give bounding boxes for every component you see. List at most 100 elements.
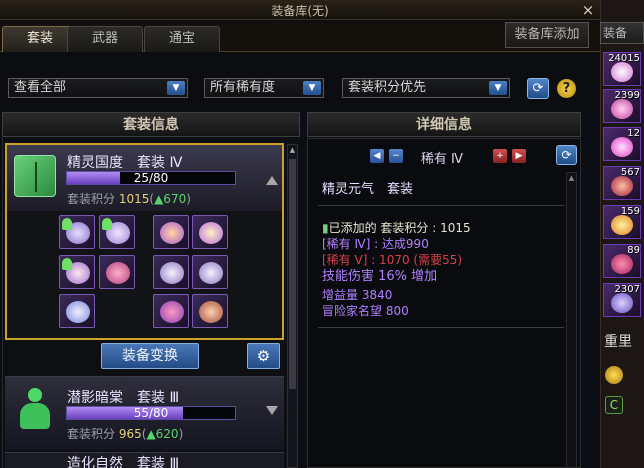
view-filter-dropdown[interactable]: 查看全部 ▼	[8, 78, 188, 98]
chevron-down-icon: ▼	[303, 81, 321, 95]
equip-slot[interactable]	[153, 255, 189, 289]
set-progress-bar: 25/80	[66, 171, 236, 185]
person-icon	[14, 388, 56, 430]
sort-dropdown[interactable]: 套装积分优先 ▼	[342, 78, 510, 98]
slot-count: 24015	[608, 53, 640, 64]
chevron-down-icon: ▼	[167, 81, 185, 95]
person-head	[28, 388, 42, 402]
equip-slot[interactable]	[59, 215, 95, 249]
tab-weapons[interactable]: 武器	[67, 26, 143, 52]
settings-wrench-icon[interactable]: ⚙	[247, 343, 280, 369]
equip-slot[interactable]	[59, 255, 95, 289]
stat-skill-damage: 技能伤害 16% 增加	[322, 269, 438, 284]
inventory-slot[interactable]: 12	[603, 127, 641, 161]
serpent-ring-icon	[160, 301, 184, 323]
equipment-swap-button[interactable]: 装备变换	[101, 343, 199, 369]
refresh-icon[interactable]: ⟳	[556, 145, 577, 165]
points-label: 套装积分	[67, 427, 116, 441]
add-to-storage-button[interactable]: 装备库添加	[505, 22, 589, 48]
gold-coin-icon	[605, 366, 623, 384]
inventory-slot[interactable]: 89	[603, 244, 641, 278]
rarity-filter-dropdown[interactable]: 所有稀有度 ▼	[204, 78, 324, 98]
book-icon	[14, 155, 56, 197]
weight-label: 重里	[604, 334, 632, 350]
added-points-value: 1015	[440, 221, 471, 235]
serpent-ring-icon	[160, 222, 184, 244]
window-title: 装备库(无)	[271, 4, 329, 18]
rarity-plus-icon[interactable]: +	[493, 149, 507, 163]
points-value: 1015	[118, 192, 150, 206]
gem-icon	[611, 99, 633, 119]
equip-slot[interactable]	[59, 294, 95, 328]
inventory-slot[interactable]: 24015	[603, 52, 641, 86]
bracelet-icon	[199, 301, 223, 323]
set-name: 精灵国度 套装 Ⅳ	[67, 155, 183, 171]
c-button-icon[interactable]: C	[605, 396, 623, 414]
equip-slot[interactable]	[192, 255, 228, 289]
detail-info-header: 详细信息	[307, 112, 581, 137]
slot-count: 159	[620, 206, 640, 217]
gem-icon	[611, 176, 633, 196]
chevron-down-icon: ▼	[489, 81, 507, 95]
person-icon	[102, 218, 112, 230]
equip-slot[interactable]	[99, 215, 135, 249]
rarity-level: 稀有 Ⅳ	[420, 152, 464, 167]
inventory-slot[interactable]: 567	[603, 166, 641, 200]
scroll-up-icon[interactable]: ▲	[288, 145, 297, 155]
rare4-requirement: [稀有 Ⅳ] : 达成990	[322, 237, 429, 251]
inventory-slot[interactable]: 159	[603, 205, 641, 239]
close-button[interactable]: ×	[578, 0, 598, 20]
equip-slot[interactable]	[153, 294, 189, 328]
scroll-up-icon[interactable]: ▲	[567, 173, 576, 183]
equip-slot[interactable]	[192, 294, 228, 328]
set-name: 潜影暗棠 套装 Ⅲ	[67, 390, 180, 406]
view-filter-value: 查看全部	[14, 80, 67, 95]
tab-treasure[interactable]: 通宝	[144, 26, 220, 52]
book-icon: ▮	[322, 221, 329, 235]
flower-icon	[199, 222, 223, 244]
divider	[318, 205, 564, 206]
boots-icon	[160, 262, 184, 284]
help-icon[interactable]: ?	[557, 79, 576, 98]
sort-value: 套装积分优先	[348, 80, 427, 95]
slot-count: 12	[627, 128, 640, 139]
progress-text: 25/80	[133, 171, 169, 185]
refresh-icon[interactable]: ⟳	[527, 78, 549, 99]
stat-buff: 增益量 3840	[322, 288, 393, 302]
rare5-requirement: [稀有 Ⅴ] : 1070 (需要55)	[322, 253, 463, 267]
slot-count: 2307	[614, 284, 640, 295]
rarity-prev-icon[interactable]: ◀	[370, 149, 384, 163]
armor-icon	[199, 262, 223, 284]
inventory-slot[interactable]: 2399	[603, 89, 641, 123]
slot-count: 89	[627, 245, 640, 256]
rarity-minus-icon[interactable]: −	[389, 149, 403, 163]
ring-icon	[106, 262, 130, 284]
set-points: 套装积分 965(▲620)	[67, 427, 184, 441]
sidebar-equip-button[interactable]: 装备	[600, 22, 644, 44]
detail-scrollbar[interactable]: ▲	[566, 172, 577, 468]
set-name: 造化自然 套装 Ⅲ	[67, 456, 180, 468]
set-points: 套装积分 1015(▲670)	[67, 192, 191, 206]
set-list-scrollbar[interactable]: ▲	[287, 144, 298, 468]
expand-arrow-icon[interactable]	[266, 406, 278, 415]
person-icon	[62, 218, 72, 230]
rarity-next-icon[interactable]: ▶	[512, 149, 526, 163]
added-points: ▮已添加的 套装积分 : 1015	[322, 221, 471, 235]
slot-count: 567	[620, 167, 640, 178]
set-info-header: 套装信息	[2, 112, 300, 137]
boots-icon	[66, 301, 90, 323]
person-icon	[62, 258, 72, 270]
added-points-label: 已添加的 套装积分 :	[328, 221, 437, 235]
equip-slot[interactable]	[192, 215, 228, 249]
gem-icon	[611, 293, 633, 313]
person-body	[20, 403, 50, 429]
title-bar: 装备库(无) ×	[0, 0, 600, 20]
gem-icon	[611, 254, 633, 274]
divider	[318, 327, 564, 328]
gem-icon	[611, 137, 633, 157]
equip-slot[interactable]	[153, 215, 189, 249]
collapse-arrow-icon[interactable]	[266, 176, 278, 185]
scroll-thumb[interactable]	[289, 159, 296, 389]
equip-slot[interactable]	[99, 255, 135, 289]
inventory-slot[interactable]: 2307	[603, 283, 641, 317]
